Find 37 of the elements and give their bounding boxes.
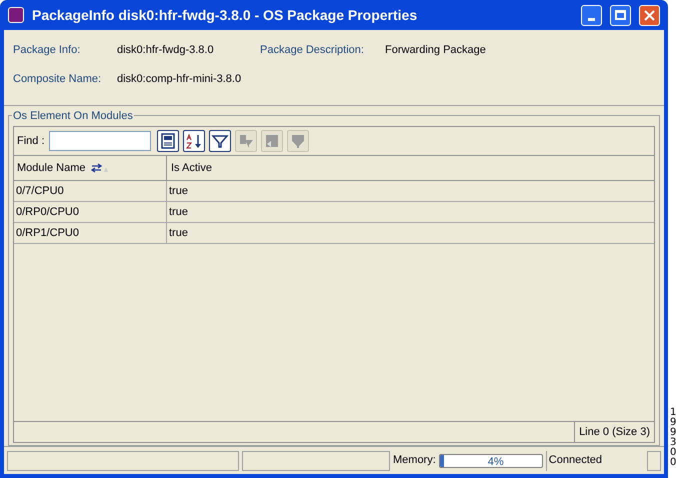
find-field[interactable] <box>48 131 151 151</box>
table-cell: 0/RP1/CPU0 <box>14 223 167 243</box>
memory-reading: 4% <box>488 454 504 466</box>
window-title: PackageInfo disk0:hfr-fwdg-3.8.0 - OS Package Properties <box>32 6 418 25</box>
close-button[interactable] <box>639 4 660 26</box>
column-header[interactable]: Is Active <box>167 156 654 180</box>
memory-label: Memory: <box>393 453 436 468</box>
status-panel <box>646 450 661 470</box>
close-icon <box>644 10 655 20</box>
maximize-button[interactable] <box>610 4 631 26</box>
property-label: Composite Name: <box>13 72 102 86</box>
table-cell-text: true <box>168 226 189 241</box>
minimize-icon <box>588 18 595 20</box>
figure-id: 199300 <box>670 408 678 468</box>
connection-status: Connected <box>546 450 644 470</box>
toolbar-button[interactable] <box>156 130 179 152</box>
table-cell-text: true <box>168 184 189 199</box>
minimize-button[interactable] <box>581 4 602 26</box>
table-cell-text: true <box>168 204 189 220</box>
column-header[interactable]: Module Name <box>14 156 167 180</box>
floppy-icon <box>158 132 177 150</box>
toolbar-button[interactable] <box>182 130 205 152</box>
column-title: Module Name <box>17 160 86 176</box>
sort-arrows-icon <box>91 163 110 173</box>
table-footer: Line 0 (Size 3) <box>574 422 654 442</box>
table-cell: 0/7/CPU0 <box>14 181 167 201</box>
toolbar-button[interactable] <box>208 130 231 152</box>
property-value: Forwarding Package <box>385 43 486 58</box>
table-cell: 0/RP0/CPU0 <box>14 202 167 222</box>
property-label: Package Description: <box>260 43 365 58</box>
property-value: disk0:hfr-fwdg-3.8.0 <box>117 43 215 58</box>
find-label: Find : <box>17 134 45 149</box>
maximize-icon <box>615 10 626 20</box>
property-label: Package Info: <box>13 43 82 58</box>
sort-icon <box>184 132 203 150</box>
property-value: disk0:comp-hfr-mini-3.8.0 <box>117 72 242 86</box>
app-logo-icon <box>8 7 24 23</box>
